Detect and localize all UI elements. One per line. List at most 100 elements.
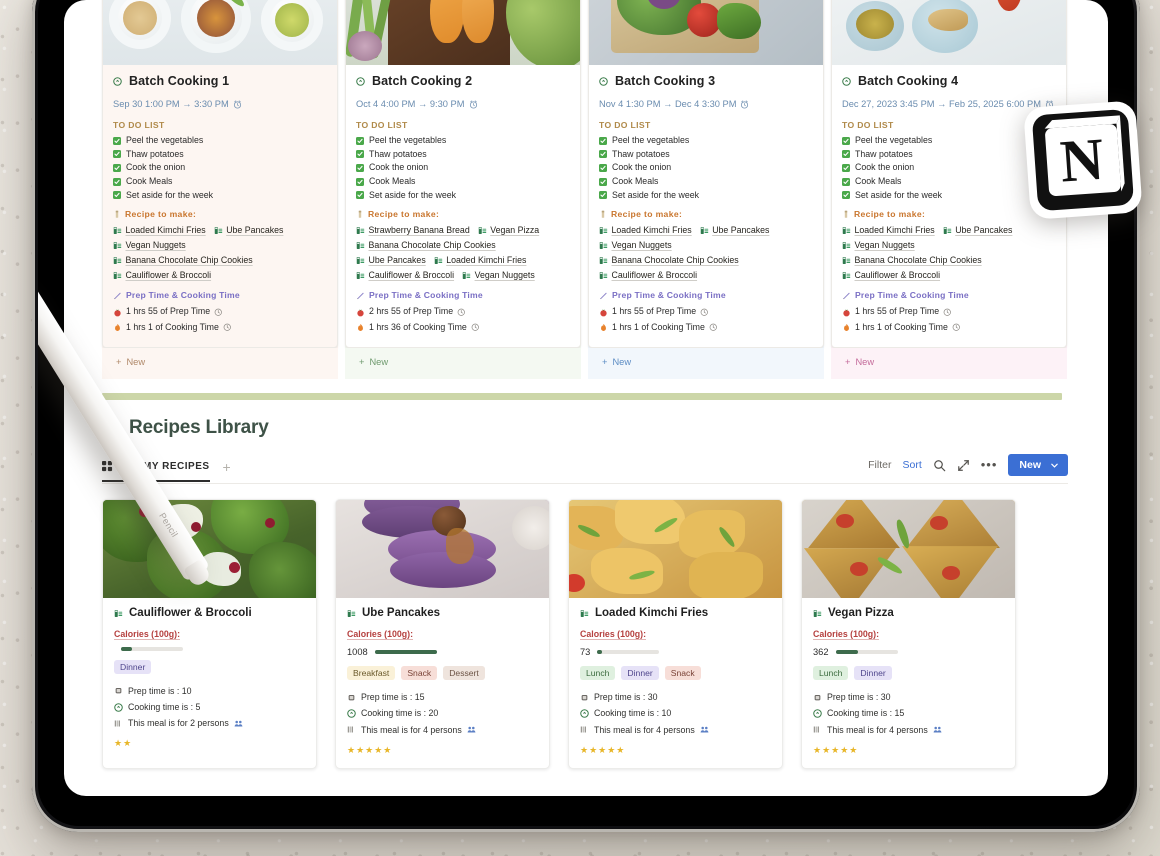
- add-new-card-button[interactable]: + New: [588, 348, 824, 380]
- meal-tag[interactable]: Dinner: [854, 666, 892, 681]
- todo-item[interactable]: Peel the vegetables: [113, 134, 327, 148]
- todo-item[interactable]: Set aside for the week: [356, 189, 570, 203]
- checkbox-checked-icon[interactable]: [113, 136, 121, 145]
- checkbox-checked-icon[interactable]: [842, 150, 850, 159]
- recipe-card[interactable]: Ube Pancakes Calories (100g): 1008 Breakfas…: [335, 499, 550, 769]
- recipe-relation-link[interactable]: Loaded Kimchi Fries: [842, 223, 935, 237]
- recipe-relation-link[interactable]: Vegan Nuggets: [113, 238, 186, 252]
- checkbox-checked-icon[interactable]: [113, 191, 121, 200]
- checkbox-checked-icon[interactable]: [356, 136, 364, 145]
- todo-item-label: Cook Meals: [855, 175, 902, 186]
- meal-tag[interactable]: Dessert: [443, 666, 485, 681]
- checkbox-checked-icon[interactable]: [599, 164, 607, 173]
- recipe-relation-link[interactable]: Cauliflower & Broccoli: [356, 268, 454, 282]
- recipe-relation-label: Vegan Nuggets: [611, 240, 672, 251]
- meal-tag[interactable]: Dinner: [114, 659, 152, 674]
- todo-item[interactable]: Peel the vegetables: [356, 134, 570, 148]
- checkbox-checked-icon[interactable]: [599, 177, 607, 186]
- meal-tag[interactable]: Dinner: [621, 666, 659, 681]
- recipe-relation-link[interactable]: Banana Chocolate Chip Cookies: [599, 253, 739, 267]
- todo-item[interactable]: Cook Meals: [113, 175, 327, 189]
- checkbox-checked-icon[interactable]: [356, 191, 364, 200]
- todo-item[interactable]: Set aside for the week: [599, 189, 813, 203]
- column-background: Batch Cooking 1 Sep 30 1:00 PM → 3:30 PM T…: [102, 0, 338, 380]
- card-date-range[interactable]: Sep 30 1:00 PM → 3:30 PM: [113, 99, 327, 109]
- todo-item[interactable]: Peel the vegetables: [599, 134, 813, 148]
- expand-icon[interactable]: [957, 459, 970, 472]
- meal-tag[interactable]: Snack: [401, 666, 438, 681]
- card-date-range[interactable]: Nov 4 1:30 PM → Dec 4 3:30 PM: [599, 99, 813, 109]
- todo-item[interactable]: Thaw potatoes: [113, 148, 327, 162]
- add-new-card-button[interactable]: + New: [345, 348, 581, 380]
- cook-time-text: 1 hrs 1 of Cooking Time: [855, 321, 948, 332]
- recipe-relation-label: Banana Chocolate Chip Cookies: [125, 255, 253, 266]
- recipe-relation-link[interactable]: Loaded Kimchi Fries: [434, 253, 526, 267]
- checkbox-checked-icon[interactable]: [599, 191, 607, 200]
- recipe-relation-link[interactable]: Vegan Pizza: [478, 223, 539, 237]
- add-new-card-button[interactable]: + New: [102, 348, 338, 380]
- recipe-card[interactable]: Loaded Kimchi Fries Calories (100g): 73 Lun…: [568, 499, 783, 769]
- recipe-relation-link[interactable]: Banana Chocolate Chip Cookies: [842, 253, 982, 267]
- checkbox-checked-icon[interactable]: [113, 150, 121, 159]
- todo-item[interactable]: Cook the onion: [113, 161, 327, 175]
- checkbox-checked-icon[interactable]: [113, 164, 121, 173]
- add-new-card-button[interactable]: + New: [831, 348, 1067, 380]
- checkbox-checked-icon[interactable]: [599, 136, 607, 145]
- chevron-down-icon[interactable]: [1050, 461, 1059, 470]
- meal-tag[interactable]: Lunch: [580, 666, 616, 681]
- checkbox-checked-icon[interactable]: [842, 177, 850, 186]
- more-options-icon[interactable]: •••: [981, 458, 998, 471]
- new-button[interactable]: New: [1008, 454, 1068, 477]
- checkbox-checked-icon[interactable]: [356, 164, 364, 173]
- checkbox-checked-icon[interactable]: [842, 136, 850, 145]
- plus-icon: +: [359, 357, 365, 368]
- todo-item[interactable]: Set aside for the week: [113, 189, 327, 203]
- batch-cooking-card[interactable]: Batch Cooking 3 Nov 4 1:30 PM → Dec 4 3:3…: [588, 0, 824, 349]
- recipe-relation-link[interactable]: Vegan Nuggets: [462, 268, 535, 282]
- todo-item[interactable]: Cook Meals: [599, 175, 813, 189]
- batch-cooking-card[interactable]: Batch Cooking 1 Sep 30 1:00 PM → 3:30 PM T…: [102, 0, 338, 349]
- filter-button[interactable]: Filter: [868, 459, 891, 471]
- prep-time-text: Prep time is : 10: [128, 685, 192, 696]
- rating-stars[interactable]: ★★★★★: [347, 745, 539, 756]
- todo-item[interactable]: Thaw potatoes: [356, 148, 570, 162]
- recipe-relation-link[interactable]: Banana Chocolate Chip Cookies: [113, 253, 253, 267]
- servings-meta: This meal is for 4 persons: [347, 722, 539, 738]
- recipe-relation-link[interactable]: Vegan Nuggets: [599, 238, 672, 252]
- recipe-relation-link[interactable]: Strawberry Banana Bread: [356, 223, 470, 237]
- recipe-relation-link[interactable]: Vegan Nuggets: [842, 238, 915, 252]
- rating-stars[interactable]: ★★: [114, 738, 306, 749]
- checkbox-checked-icon[interactable]: [842, 164, 850, 173]
- meal-tag[interactable]: Lunch: [813, 666, 849, 681]
- recipe-relation-link[interactable]: Ube Pancakes: [943, 223, 1012, 237]
- recipe-relation-link[interactable]: Ube Pancakes: [700, 223, 769, 237]
- recipe-relation-link[interactable]: Loaded Kimchi Fries: [599, 223, 692, 237]
- recipe-relation-link[interactable]: Cauliflower & Broccoli: [842, 268, 940, 282]
- recipe-card[interactable]: Vegan Pizza Calories (100g): 362 Lunch Dinne…: [801, 499, 1016, 769]
- todo-item[interactable]: Thaw potatoes: [599, 148, 813, 162]
- meal-tag[interactable]: Breakfast: [347, 666, 396, 681]
- add-view-button[interactable]: +: [223, 459, 231, 483]
- card-date-range[interactable]: Oct 4 4:00 PM → 9:30 PM: [356, 99, 570, 109]
- rating-stars[interactable]: ★★★★★: [813, 745, 1005, 756]
- checkbox-checked-icon[interactable]: [356, 150, 364, 159]
- todo-item[interactable]: Cook the onion: [599, 161, 813, 175]
- recipe-card[interactable]: Cauliflower & Broccoli Calories (100g): Di…: [102, 499, 317, 769]
- recipe-relation-link[interactable]: Cauliflower & Broccoli: [113, 268, 211, 282]
- search-icon[interactable]: [933, 459, 946, 472]
- recipe-relation-link[interactable]: Ube Pancakes: [214, 223, 283, 237]
- batch-cooking-card[interactable]: Batch Cooking 2 Oct 4 4:00 PM → 9:30 PM TO…: [345, 0, 581, 349]
- recipe-relation-link[interactable]: Cauliflower & Broccoli: [599, 268, 697, 282]
- rating-stars[interactable]: ★★★★★: [580, 745, 772, 756]
- recipe-relation-link[interactable]: Ube Pancakes: [356, 253, 426, 267]
- todo-item[interactable]: Cook the onion: [356, 161, 570, 175]
- todo-item[interactable]: Cook Meals: [356, 175, 570, 189]
- checkbox-checked-icon[interactable]: [599, 150, 607, 159]
- sort-button[interactable]: Sort: [902, 459, 921, 471]
- recipe-relation-link[interactable]: Loaded Kimchi Fries: [113, 223, 206, 237]
- recipe-relation-link[interactable]: Banana Chocolate Chip Cookies: [356, 238, 496, 252]
- meal-tag[interactable]: Snack: [664, 666, 701, 681]
- checkbox-checked-icon[interactable]: [842, 191, 850, 200]
- checkbox-checked-icon[interactable]: [113, 177, 121, 186]
- checkbox-checked-icon[interactable]: [356, 177, 364, 186]
